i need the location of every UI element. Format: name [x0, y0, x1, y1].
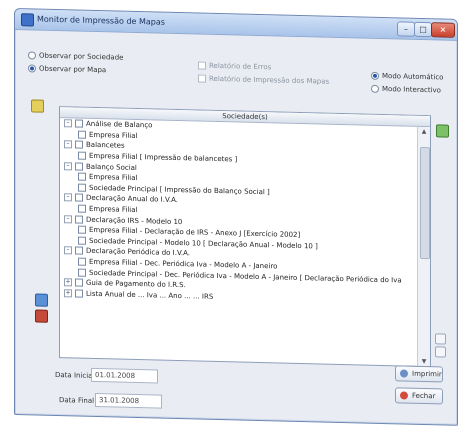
tree-checkbox[interactable]: [75, 119, 83, 128]
initial-date-label: Data Inicial: [55, 371, 95, 380]
tree-checkbox[interactable]: [78, 151, 86, 160]
chart-icon[interactable]: [35, 293, 48, 307]
expander-icon[interactable]: +: [64, 289, 72, 298]
error-report-label: Relatório de Erros: [209, 61, 272, 72]
stop-icon[interactable]: [35, 309, 48, 323]
expander-icon[interactable]: –: [64, 161, 72, 171]
tree-scrollbar[interactable]: ▲ ▼: [417, 126, 430, 367]
tree-checkbox[interactable]: [75, 289, 83, 298]
tree-checkbox[interactable]: [78, 236, 86, 245]
expander-icon[interactable]: –: [64, 119, 72, 128]
move-up-icon[interactable]: [435, 333, 446, 345]
expander-icon[interactable]: –: [64, 140, 72, 149]
tree-body[interactable]: – Análise de Balanço Empresa Filial – Balanc…: [60, 118, 417, 366]
tree-checkbox[interactable]: [78, 130, 86, 139]
view-by-company-radio[interactable]: [28, 51, 36, 60]
exit-icon: [400, 391, 408, 400]
tree-checkbox[interactable]: [78, 268, 86, 277]
tree-row-label: Empresa Filial: [89, 130, 138, 140]
view-by-map-radio[interactable]: [28, 64, 36, 73]
auto-mode-radio[interactable]: [371, 71, 379, 80]
tree-row-label: Balanço Social: [86, 162, 137, 172]
minimize-button[interactable]: –: [397, 21, 415, 37]
view-by-map-option[interactable]: Observar por Mapa: [28, 64, 106, 74]
tree-checkbox[interactable]: [78, 204, 86, 213]
tree-checkbox[interactable]: [78, 172, 86, 182]
final-date-label: Data Final: [59, 396, 95, 405]
tree-checkbox[interactable]: [75, 215, 83, 224]
print-report-option[interactable]: Relatório de Impressão dos Mapas: [198, 74, 330, 86]
maximize-button[interactable]: □: [414, 21, 432, 38]
tree-checkbox[interactable]: [75, 162, 83, 171]
interactive-mode-label: Modo Interactivo: [382, 84, 441, 95]
view-by-map-label: Observar por Mapa: [39, 64, 107, 75]
scroll-thumb[interactable]: [420, 146, 430, 260]
tree-checkbox[interactable]: [75, 278, 83, 287]
tree-checkbox[interactable]: [78, 257, 86, 266]
print-button-label: Imprimir: [412, 369, 442, 379]
close-dialog-button[interactable]: Fechar: [395, 387, 443, 405]
tree-checkbox[interactable]: [78, 225, 86, 234]
scroll-up-icon[interactable]: ▲: [419, 127, 429, 136]
interactive-mode-option[interactable]: Modo Interactivo: [371, 84, 441, 95]
tree-checkbox[interactable]: [78, 183, 86, 192]
error-report-option[interactable]: Relatório de Erros: [198, 61, 271, 71]
tree-row-label: Empresa Filial: [89, 204, 138, 215]
tree-checkbox[interactable]: [75, 193, 83, 203]
expander-icon[interactable]: –: [64, 246, 72, 255]
app-icon: [21, 13, 34, 27]
print-report-checkbox[interactable]: [198, 74, 206, 83]
final-date-field[interactable]: 31.01.2008: [95, 392, 162, 409]
view-by-company-label: Observar por Sociedade: [39, 51, 124, 62]
tree-row-label: Empresa Filial: [89, 173, 138, 183]
error-report-checkbox[interactable]: [198, 61, 206, 70]
auto-mode-option[interactable]: Modo Automático: [371, 71, 444, 82]
refresh-icon[interactable]: [436, 124, 449, 138]
scroll-down-icon[interactable]: ▼: [419, 357, 429, 366]
tree-row-label: Lista Anual de ... Iva ... Ano ... ... I…: [86, 289, 214, 301]
printer-icon: [400, 369, 408, 378]
tree-row-label: Análise de Balanço: [86, 120, 153, 130]
company-tree[interactable]: Sociedade(s) – Análise de Balanço Empresa …: [59, 106, 431, 368]
tree-row-label: Balancetes: [86, 141, 125, 151]
title-bar[interactable]: Monitor de Impressão de Mapas – □ ✕: [15, 9, 457, 41]
initial-date-field[interactable]: 01.01.2008: [91, 367, 158, 384]
window-title: Monitor de Impressão de Mapas: [37, 14, 165, 27]
auto-mode-label: Modo Automático: [382, 71, 444, 82]
print-report-label: Relatório de Impressão dos Mapas: [209, 74, 330, 86]
print-button[interactable]: Imprimir: [395, 365, 443, 383]
move-down-icon[interactable]: [435, 346, 446, 358]
monitor-window: Monitor de Impressão de Mapas – □ ✕ Obse…: [14, 8, 458, 426]
folder-icon[interactable]: [31, 99, 44, 113]
view-by-company-option[interactable]: Observar por Sociedade: [28, 51, 124, 62]
tree-checkbox[interactable]: [75, 140, 83, 150]
close-button[interactable]: ✕: [431, 22, 455, 38]
tree-checkbox[interactable]: [75, 246, 83, 256]
close-button-label: Fechar: [412, 391, 436, 401]
expander-icon[interactable]: –: [64, 214, 72, 224]
expander-icon[interactable]: –: [64, 193, 72, 202]
interactive-mode-radio[interactable]: [371, 84, 379, 93]
expander-icon[interactable]: +: [64, 278, 72, 287]
